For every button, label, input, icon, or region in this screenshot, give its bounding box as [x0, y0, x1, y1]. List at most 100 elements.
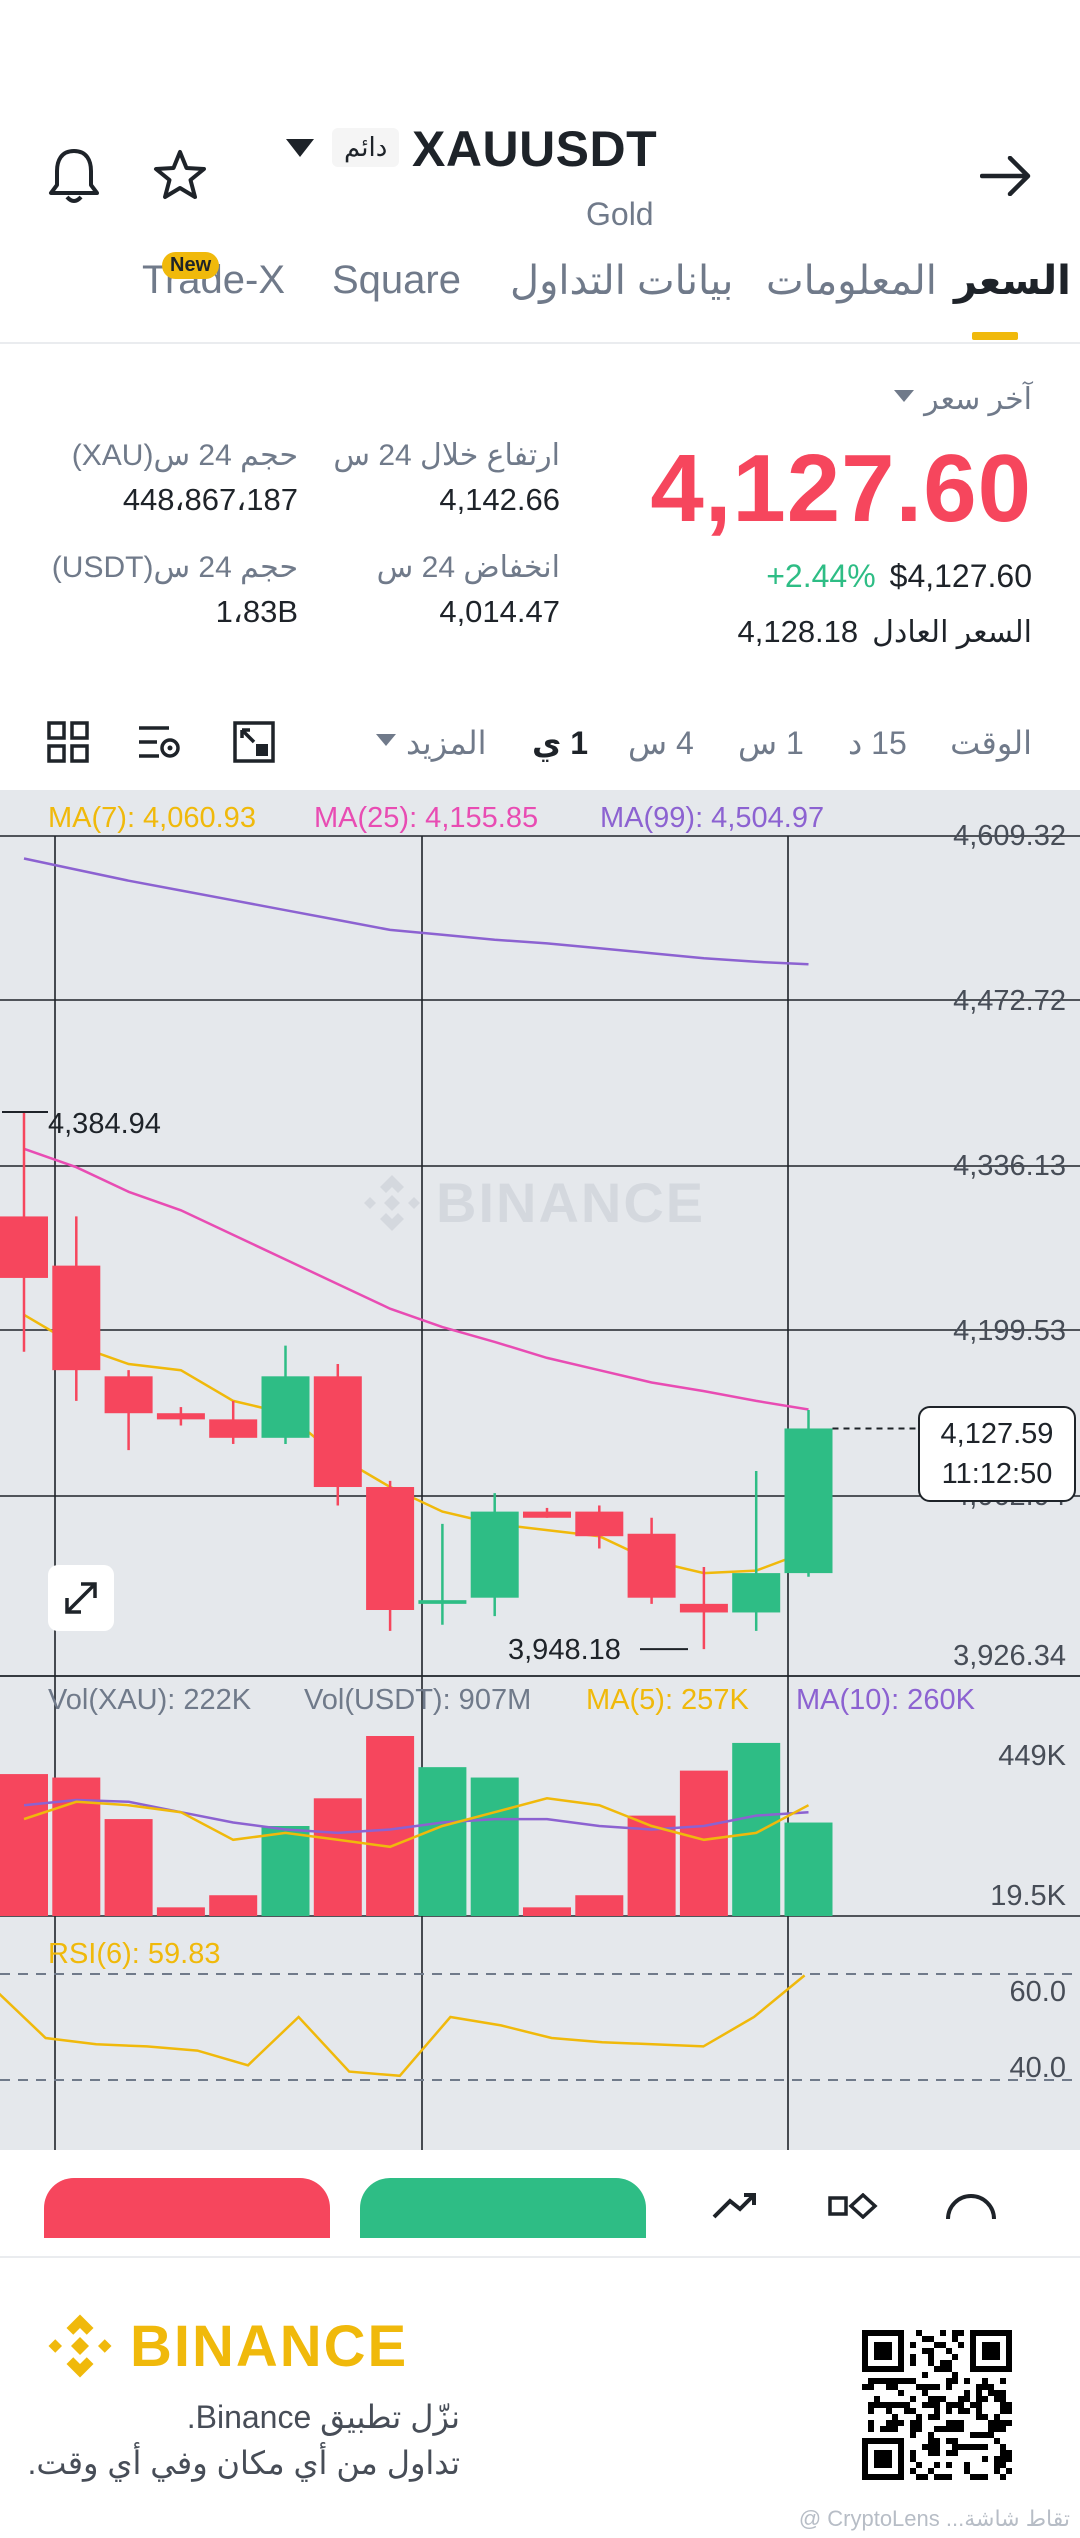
vol-usdt-label: حجم 24 س(USDT) — [51, 551, 298, 584]
tab-price[interactable]: السعر — [954, 258, 1071, 304]
y-tick: 3,926.34 — [953, 1640, 1066, 1672]
candle-body — [156, 1413, 205, 1420]
fullscreen-chart-icon[interactable] — [230, 718, 278, 766]
timeframe-4h[interactable]: 4 س — [628, 724, 694, 762]
bottom-action-bar — [0, 2150, 1080, 2258]
tab-info[interactable]: المعلومات — [766, 258, 937, 304]
candle-body — [470, 1511, 519, 1598]
vol-xau-legend: Vol(XAU): 222K — [48, 1684, 252, 1716]
binance-logo-icon — [364, 1174, 420, 1231]
volume-bar — [0, 1774, 48, 1916]
timeframe-more[interactable]: المزيد — [376, 724, 487, 762]
candle-body — [418, 1600, 467, 1604]
active-tab-indicator — [972, 332, 1018, 340]
footer-line-2: تداول من أي مكان وفي أي وقت. — [27, 2445, 460, 2481]
perpetual-badge: دائم — [332, 128, 400, 167]
bell-icon[interactable] — [44, 146, 104, 206]
price-change-row: +2.44% $4,127.60 — [766, 558, 1032, 595]
tab-trading-data[interactable]: بيانات التداول — [510, 258, 733, 304]
app-download-footer: BINANCE نزّل تطبيق Binance. تداول من أي … — [0, 2256, 1080, 2538]
high-marker-label: 4,384.94 — [48, 1108, 161, 1140]
high-24h-label: ارتفاع خلال 24 س — [333, 439, 560, 472]
change-percent: +2.44% — [766, 558, 876, 594]
tab-square[interactable]: Square — [332, 258, 461, 303]
vol-ma10-legend: MA(10): 260K — [796, 1684, 975, 1716]
timeframe-1d[interactable]: 1 ي — [532, 724, 588, 762]
fair-price-value: 4,128.18 — [737, 614, 859, 649]
candle-body — [209, 1419, 258, 1438]
volume-bar — [523, 1907, 571, 1916]
screenshot-credit: @ CryptoLens ...تقاط شاشة — [798, 2506, 1070, 2531]
volume-bar — [470, 1777, 519, 1916]
dropdown-triangle-icon[interactable] — [284, 136, 316, 160]
volume-bar — [104, 1819, 153, 1916]
fair-price-label: السعر العادل — [872, 616, 1032, 649]
symbol-subtitle: Gold — [586, 196, 654, 232]
grid-layout-icon[interactable] — [44, 718, 92, 766]
expand-icon[interactable] — [48, 1565, 114, 1631]
volume-bar — [575, 1895, 624, 1916]
low-24h-value: 4,014.47 — [439, 594, 560, 629]
volume-bar — [209, 1895, 258, 1916]
compare-icon[interactable] — [826, 2186, 880, 2226]
caret-down-icon — [376, 733, 396, 753]
y-tick: 4,472.72 — [953, 985, 1066, 1017]
candle-body — [523, 1511, 571, 1518]
y-tick: 4,609.32 — [953, 820, 1066, 852]
timeframe-time-label: الوقت — [950, 725, 1032, 761]
usd-value: $4,127.60 — [889, 558, 1032, 594]
rsi-tick: 40.0 — [1009, 2052, 1066, 2084]
current-price-value: 4,127.59 — [940, 1418, 1054, 1450]
qr-code-icon[interactable] — [862, 2330, 1012, 2480]
candle-body — [0, 1216, 48, 1278]
vol-usdt-legend: Vol(USDT): 907M — [304, 1684, 532, 1716]
volume-bar — [313, 1798, 362, 1916]
vol-tick: 449K — [998, 1740, 1066, 1772]
footer-line-1: نزّل تطبيق Binance. — [186, 2399, 460, 2435]
candle-body — [784, 1428, 833, 1574]
gauge-icon[interactable] — [944, 2186, 998, 2226]
current-price-tag: 4,127.59 11:12:50 — [918, 1406, 1076, 1502]
new-badge: New — [162, 252, 220, 279]
last-price-label: آخر سعر — [924, 383, 1032, 416]
ma7-line — [23, 1313, 809, 1575]
indicator-settings-icon[interactable] — [136, 718, 186, 766]
binance-logo-icon — [48, 2314, 112, 2378]
low-24h-label: انخفاض 24 س — [376, 551, 560, 584]
vol-xau-label: حجم 24 س(XAU) — [71, 439, 298, 472]
volume-bar — [52, 1777, 101, 1916]
high-24h-value: 4,142.66 — [439, 482, 560, 517]
symbol-title[interactable]: XAUUSDT — [412, 120, 657, 178]
vol-xau-value: 448،867،187 — [122, 482, 298, 517]
tabs-divider — [0, 342, 1080, 344]
volume-bar — [156, 1907, 205, 1916]
ma7-legend: MA(7): 4,060.93 — [48, 802, 256, 834]
candle-body — [679, 1603, 728, 1613]
ma99-legend: MA(99): 4,504.97 — [600, 802, 825, 834]
sell-button[interactable] — [44, 2178, 330, 2238]
candle-body — [52, 1265, 101, 1371]
timeframe-15m[interactable]: 15 د — [848, 724, 907, 762]
binance-watermark: BINANCE — [360, 1170, 705, 1235]
volume-bar — [261, 1826, 310, 1916]
arrow-right-icon[interactable] — [976, 146, 1036, 206]
volume-bar — [418, 1767, 467, 1916]
candle-body — [575, 1511, 624, 1537]
timeframe-1h[interactable]: 1 س — [738, 724, 804, 762]
share-chart-icon[interactable] — [710, 2186, 758, 2226]
candle-body — [732, 1573, 781, 1613]
buy-button[interactable] — [360, 2178, 646, 2238]
y-tick: 4,336.13 — [953, 1150, 1066, 1182]
candle-countdown: 11:12:50 — [941, 1458, 1053, 1490]
ma99-line — [23, 857, 809, 966]
vol-usdt-value: 1،83B — [215, 594, 298, 629]
rsi-tick: 60.0 — [1009, 1976, 1066, 2008]
candle-body — [313, 1376, 362, 1488]
last-price-label-row[interactable]: آخر سعر — [894, 382, 1032, 417]
star-icon[interactable] — [150, 146, 210, 206]
volume-bar — [784, 1822, 833, 1916]
vol-tick: 19.5K — [990, 1880, 1066, 1912]
ma25-legend: MA(25): 4,155.85 — [314, 802, 539, 834]
volume-bar — [732, 1742, 781, 1916]
candle-body — [627, 1533, 676, 1598]
